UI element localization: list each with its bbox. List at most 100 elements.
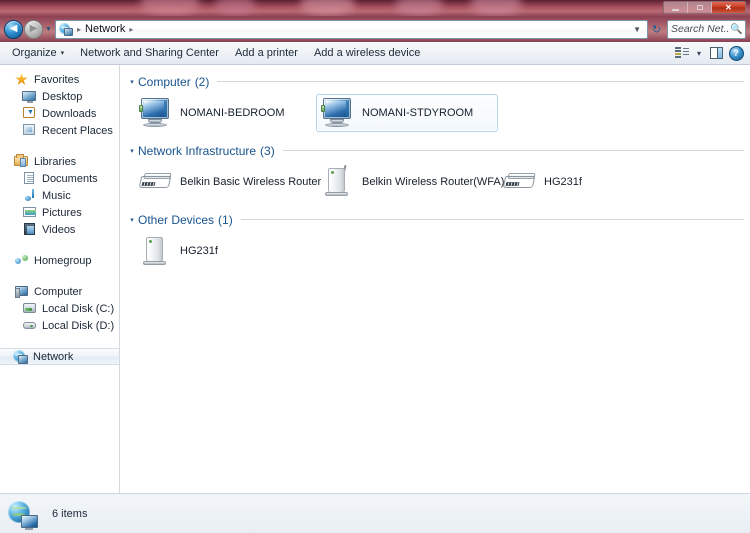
group-title: Network Infrastructure bbox=[138, 143, 257, 158]
minimize-button[interactable] bbox=[664, 2, 688, 13]
sidebar-item-pictures[interactable]: Pictures bbox=[0, 204, 119, 221]
file-list-pane[interactable]: ▾ Computer (2) NOMANI-BEDROOM NOMANI-STD… bbox=[120, 65, 750, 493]
forward-arrow-icon: ▶ bbox=[29, 22, 38, 34]
wallpaper-blur-blob bbox=[300, 0, 355, 16]
sidebar-label: Documents bbox=[42, 172, 98, 185]
add-printer-button[interactable]: Add a printer bbox=[227, 43, 306, 63]
add-wireless-device-button[interactable]: Add a wireless device bbox=[306, 43, 428, 63]
wallpaper-blur-blob bbox=[140, 0, 200, 16]
address-bar[interactable]: ▸ Network ▸ ▼ bbox=[55, 19, 648, 39]
help-icon: ? bbox=[728, 45, 744, 61]
desktop-icon bbox=[22, 89, 37, 104]
sidebar-label: Network bbox=[33, 350, 74, 363]
group-items-network-infrastructure: Belkin Basic Wireless Router Belkin Wire… bbox=[126, 159, 750, 211]
sidebar-label: Computer bbox=[34, 285, 83, 298]
collapse-triangle-icon[interactable]: ▾ bbox=[126, 78, 138, 86]
group-count: (3) bbox=[260, 143, 275, 158]
search-input[interactable]: Search Net... bbox=[671, 23, 730, 35]
list-item[interactable]: Belkin Wireless Router(WFA) bbox=[316, 163, 504, 201]
wallpaper-blur-blob bbox=[395, 0, 443, 16]
sidebar-group-libraries: Libraries Documents Music Pictures Video… bbox=[0, 153, 119, 238]
navigation-pane: Favorites Desktop Downloads Recent Place… bbox=[0, 65, 120, 493]
close-button[interactable]: ✕ bbox=[712, 2, 745, 13]
hard-disk-icon bbox=[22, 301, 37, 316]
wallpaper-blur-blob bbox=[470, 0, 522, 16]
group-title: Other Devices bbox=[138, 212, 215, 227]
sidebar-item-network[interactable]: Network bbox=[0, 348, 119, 365]
group-header-network-infrastructure[interactable]: ▾ Network Infrastructure (3) bbox=[126, 142, 744, 159]
network-icon bbox=[59, 22, 73, 36]
item-label: Belkin Basic Wireless Router bbox=[180, 176, 322, 188]
add-wireless-device-label: Add a wireless device bbox=[313, 47, 421, 59]
recent-locations-button[interactable]: ▼ bbox=[43, 26, 54, 33]
list-item[interactable]: NOMANI-STDYROOM bbox=[316, 94, 498, 132]
change-view-button[interactable] bbox=[672, 44, 692, 62]
close-icon: ✕ bbox=[725, 2, 732, 12]
breadcrumb-separator[interactable]: ▸ bbox=[127, 25, 135, 34]
sidebar-label: Local Disk (C:) bbox=[42, 302, 115, 315]
wallpaper-blur-blob bbox=[215, 0, 255, 16]
back-button[interactable]: ◀ bbox=[4, 19, 23, 39]
group-header-other-devices[interactable]: ▾ Other Devices (1) bbox=[126, 211, 744, 228]
collapse-triangle-icon[interactable]: ▾ bbox=[126, 216, 138, 224]
sidebar-item-homegroup[interactable]: Homegroup bbox=[0, 252, 119, 269]
chevron-down-icon: ▾ bbox=[60, 50, 65, 57]
list-item[interactable]: NOMANI-BEDROOM bbox=[134, 94, 316, 132]
sidebar-item-music[interactable]: Music bbox=[0, 187, 119, 204]
preview-pane-button[interactable] bbox=[706, 44, 726, 62]
breadcrumb-network[interactable]: Network bbox=[83, 23, 127, 35]
search-box[interactable]: Search Net... 🔍 bbox=[667, 19, 746, 39]
documents-icon bbox=[22, 171, 37, 186]
chevron-down-icon: ▾ bbox=[696, 48, 701, 58]
sidebar-item-favorites[interactable]: Favorites bbox=[0, 71, 119, 88]
sidebar-item-videos[interactable]: Videos bbox=[0, 221, 119, 238]
sidebar-label: Pictures bbox=[42, 206, 82, 219]
sidebar-item-local-disk-d[interactable]: Local Disk (D:) bbox=[0, 317, 119, 334]
window-body: Favorites Desktop Downloads Recent Place… bbox=[0, 65, 750, 493]
status-bar: 6 items bbox=[0, 493, 750, 533]
sidebar-label: Desktop bbox=[42, 90, 83, 103]
group-items-computer: NOMANI-BEDROOM NOMANI-STDYROOM bbox=[126, 90, 750, 142]
sidebar-group-homegroup: Homegroup bbox=[0, 252, 119, 269]
sidebar-label: Music bbox=[42, 189, 71, 202]
sidebar-item-downloads[interactable]: Downloads bbox=[0, 105, 119, 122]
sidebar-item-documents[interactable]: Documents bbox=[0, 170, 119, 187]
downloads-icon bbox=[22, 106, 37, 121]
computer-monitor-icon bbox=[321, 96, 355, 130]
network-sharing-center-label: Network and Sharing Center bbox=[80, 47, 219, 59]
title-bar[interactable]: ✕ bbox=[0, 0, 750, 16]
add-printer-label: Add a printer bbox=[234, 47, 298, 59]
collapse-triangle-icon[interactable]: ▾ bbox=[126, 147, 138, 155]
sidebar-label: Libraries bbox=[34, 155, 77, 168]
item-label: HG231f bbox=[180, 245, 218, 257]
group-header-computer[interactable]: ▾ Computer (2) bbox=[126, 73, 744, 90]
computer-icon bbox=[14, 284, 29, 299]
list-item[interactable]: HG231f bbox=[134, 232, 316, 270]
list-item[interactable]: HG231f bbox=[498, 163, 680, 201]
group-count: (1) bbox=[218, 212, 233, 227]
group-title: Computer bbox=[138, 74, 191, 89]
sidebar-item-libraries[interactable]: Libraries bbox=[0, 153, 119, 170]
router-icon bbox=[502, 165, 537, 199]
refresh-button[interactable]: ↻ bbox=[648, 23, 665, 36]
explorer-window: ✕ ◀ ▶ ▼ ▸ Network ▸ ▼ ↻ Search Net... 🔍 bbox=[0, 0, 750, 533]
forward-button[interactable]: ▶ bbox=[24, 19, 43, 39]
address-dropdown-button[interactable]: ▼ bbox=[629, 25, 645, 34]
breadcrumb-separator: ▸ bbox=[77, 24, 82, 34]
sidebar-label: Downloads bbox=[42, 107, 97, 120]
sidebar-item-computer[interactable]: Computer bbox=[0, 283, 119, 300]
network-sharing-center-button[interactable]: Network and Sharing Center bbox=[72, 43, 227, 63]
help-button[interactable]: ? bbox=[726, 44, 746, 62]
restore-button[interactable] bbox=[688, 2, 712, 13]
list-item[interactable]: Belkin Basic Wireless Router bbox=[134, 163, 321, 201]
sidebar-item-desktop[interactable]: Desktop bbox=[0, 88, 119, 105]
organize-button[interactable]: Organize ▾ bbox=[4, 43, 72, 63]
view-dropdown-button[interactable]: ▾ bbox=[692, 44, 706, 62]
sidebar-item-local-disk-c[interactable]: Local Disk (C:) bbox=[0, 300, 119, 317]
minimize-icon bbox=[672, 8, 679, 11]
item-label: HG231f bbox=[544, 176, 582, 188]
sidebar-item-recent-places[interactable]: Recent Places bbox=[0, 122, 119, 139]
sidebar-group-favorites: Favorites Desktop Downloads Recent Place… bbox=[0, 71, 119, 139]
